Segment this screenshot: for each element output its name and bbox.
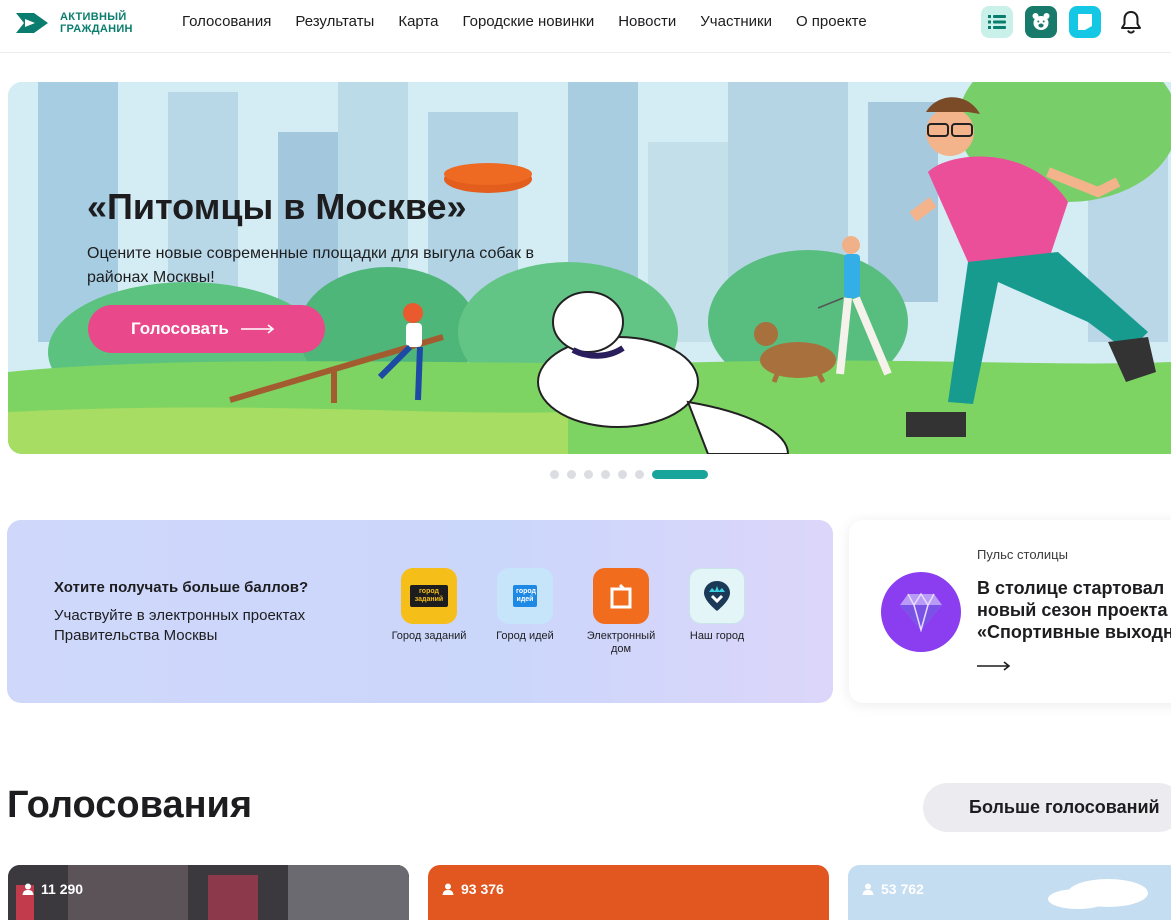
arrow-right-icon[interactable] <box>977 661 1011 671</box>
site-header: АКТИВНЫЙ ГРАЖДАНИН Голосования Результат… <box>0 0 1171 53</box>
hero-title: «Питомцы в Москве» <box>87 186 467 227</box>
user-icon <box>862 883 874 895</box>
participants-count-value: 11 290 <box>41 881 84 897</box>
more-points-card: Хотите получать больше баллов? Участвуйт… <box>7 520 833 703</box>
hero-subtitle: Оцените новые современные площадки для в… <box>87 245 534 286</box>
app-nash-gorod[interactable]: Наш город <box>677 568 757 643</box>
app-gorod-zadaniy[interactable]: город заданий Город заданий <box>389 568 469 643</box>
carousel-dot[interactable] <box>584 470 593 479</box>
user-icon <box>442 883 454 895</box>
participants-count: 93 376 <box>442 881 504 897</box>
carousel-dot[interactable] <box>635 470 644 479</box>
carousel-dot-active[interactable] <box>652 470 708 479</box>
participants-count-value: 53 762 <box>881 881 924 897</box>
app-label: Электронный дом <box>586 630 656 655</box>
voting-card[interactable]: 53 762 <box>848 865 1171 920</box>
nash-gorod-icon <box>689 568 745 624</box>
hero-banner[interactable]: «Питомцы в Москве» Оцените новые совреме… <box>8 82 1171 454</box>
pulse-image <box>881 572 961 652</box>
pulse-card[interactable]: Пульс столицы В столице стартовал новый … <box>849 520 1171 703</box>
user-icon <box>22 883 34 895</box>
gorod-idey-icon: город идей <box>497 568 553 624</box>
map-pin-icon <box>704 581 730 611</box>
participants-count: 11 290 <box>22 881 83 897</box>
bear-button[interactable] <box>1025 6 1057 38</box>
carousel-dot[interactable] <box>601 470 610 479</box>
gorod-zadaniy-icon: город заданий <box>401 568 457 624</box>
carousel-dot[interactable] <box>550 470 559 479</box>
bookmark-icon <box>1078 14 1092 30</box>
elektronny-dom-icon <box>593 568 649 624</box>
pulse-eyebrow: Пульс столицы <box>977 547 1068 562</box>
votings-section-title: Голосования <box>7 784 253 826</box>
nav-item-participants[interactable]: Участники <box>700 13 772 31</box>
logo-line1: АКТИВНЫЙ <box>60 11 127 23</box>
bookmark-button[interactable] <box>1069 6 1101 38</box>
pulse-headline-line: новый сезон проекта <box>977 600 1168 620</box>
bear-icon <box>1032 13 1050 30</box>
vote-button-label: Голосовать <box>131 319 229 338</box>
gorod-idey-icon-text: город идей <box>513 585 537 607</box>
carousel-dot[interactable] <box>567 470 576 479</box>
nav-item-map[interactable]: Карта <box>398 13 438 31</box>
nav-item-results[interactable]: Результаты <box>295 13 374 31</box>
points-subtitle: Участвуйте в электронных проектах Правит… <box>54 607 306 644</box>
nav-item-votings[interactable]: Голосования <box>182 13 271 31</box>
logo-text: АКТИВНЫЙ ГРАЖДАНИН <box>60 11 133 35</box>
site-logo[interactable]: АКТИВНЫЙ ГРАЖДАНИН <box>14 8 154 38</box>
more-votings-button[interactable]: Больше голосований <box>923 783 1171 832</box>
participants-count-value: 93 376 <box>461 881 504 897</box>
voting-card[interactable]: 11 290 <box>8 865 409 920</box>
app-gorod-idey[interactable]: город идей Город идей <box>485 568 565 643</box>
pulse-headline: В столице стартовал новый сезон проекта … <box>977 577 1171 643</box>
app-label: Наш город <box>689 630 745 642</box>
list-button[interactable] <box>981 6 1013 38</box>
points-title: Хотите получать больше баллов? <box>54 579 309 596</box>
voting-card[interactable]: 93 376 <box>428 865 829 920</box>
bell-icon <box>1121 11 1141 34</box>
arrow-right-icon <box>240 324 275 334</box>
logo-line2: ГРАЖДАНИН <box>60 23 133 35</box>
carousel-dot[interactable] <box>618 470 627 479</box>
notifications-button[interactable] <box>1115 6 1147 38</box>
pulse-headline-line: «Спортивные выходны <box>977 622 1171 642</box>
participants-count: 53 762 <box>862 881 924 897</box>
vote-button[interactable]: Голосовать <box>88 305 325 353</box>
carousel-dots <box>550 470 708 479</box>
nav-item-city-news[interactable]: Городские новинки <box>462 13 594 31</box>
gorod-zadaniy-icon-text: город заданий <box>410 585 448 607</box>
diamond-icon <box>900 592 942 632</box>
logo-icon <box>16 13 48 33</box>
nav-item-news[interactable]: Новости <box>618 13 676 31</box>
pulse-headline-line: В столице стартовал <box>977 578 1165 598</box>
app-label: Город заданий <box>391 630 467 642</box>
main-nav: Голосования Результаты Карта Городские н… <box>182 13 891 31</box>
door-icon <box>610 583 632 609</box>
nav-item-about[interactable]: О проекте <box>796 13 867 31</box>
list-icon <box>988 15 1006 29</box>
app-elektronny-dom[interactable]: Электронный дом <box>581 568 661 656</box>
app-label: Город идей <box>496 630 554 642</box>
